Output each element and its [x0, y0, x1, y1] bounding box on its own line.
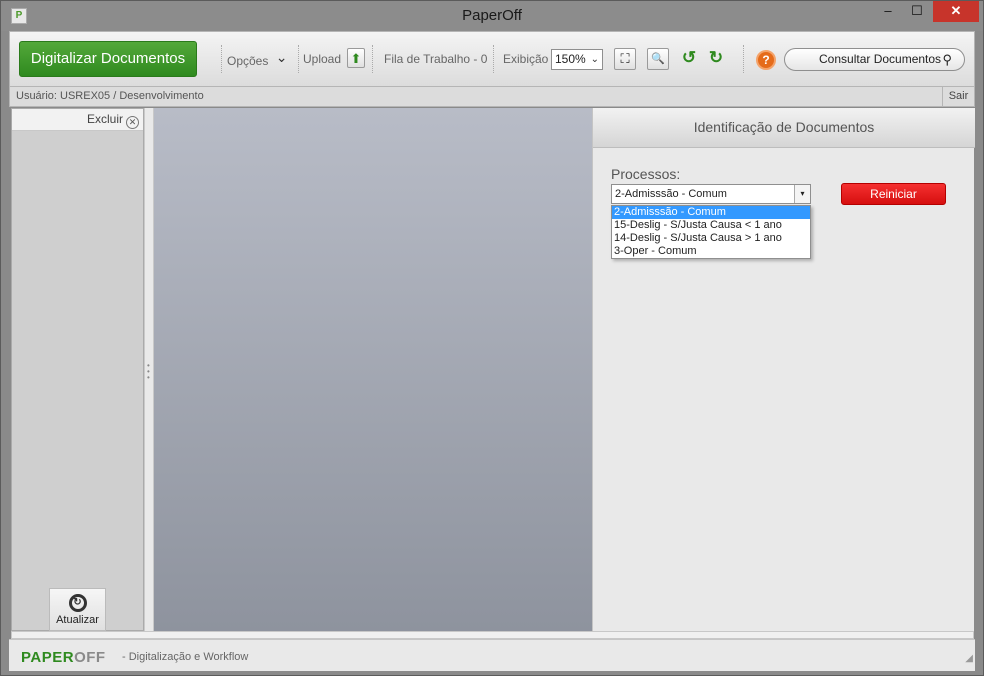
footer-tagline: - Digitalização e Workflow	[122, 651, 249, 663]
dropdown-arrow-icon[interactable]: ▾	[794, 185, 810, 203]
consult-documents-label: Consultar Documentos	[819, 52, 942, 66]
minimize-button[interactable]: ‒	[874, 1, 902, 22]
upload-icon[interactable]: ⬆	[347, 48, 365, 68]
process-option[interactable]: 3-Oper - Comum	[612, 245, 810, 258]
user-info: Usuário: USREX05 / Desenvolvimento	[16, 90, 204, 102]
rotate-right-icon[interactable]: ↻	[705, 48, 727, 70]
panel-splitter[interactable]: • • •	[144, 108, 154, 631]
chevron-down-icon: ⌄	[275, 49, 288, 65]
refresh-icon: ↻	[68, 594, 87, 612]
identification-panel: Identificação de Documentos Processos: 2…	[592, 108, 975, 631]
process-option[interactable]: 2-Admisssão - Comum	[612, 206, 810, 219]
main-toolbar: Digitalizar Documentos Opções ⌄ Upload ⬆…	[9, 31, 975, 87]
process-label: Processos:	[611, 166, 681, 182]
fit-page-icon[interactable]: ⛶	[614, 48, 636, 70]
options-menu[interactable]: Opções ⌄	[227, 49, 288, 69]
upload-label: Upload	[303, 52, 342, 66]
identification-header: Identificação de Documentos	[593, 108, 975, 148]
zoom-search-icon[interactable]: 🔍	[647, 48, 669, 70]
toolbar-divider	[743, 45, 744, 73]
delete-label: Excluir	[86, 112, 123, 126]
close-button[interactable]: ✕	[933, 1, 979, 22]
horizontal-scrollbar[interactable]	[11, 631, 974, 639]
thumbnail-panel: Excluir ✕ ↻ Atualizar	[11, 108, 144, 631]
scan-documents-button[interactable]: Digitalizar Documentos	[19, 41, 197, 77]
process-selected-value: 2-Admisssão - Comum	[615, 188, 727, 200]
toolbar-divider	[493, 45, 494, 73]
thumbnail-panel-header: Excluir ✕	[12, 109, 143, 131]
consult-documents-button[interactable]: Consultar Documentos ⚲	[784, 48, 965, 71]
options-label: Opções	[227, 54, 269, 68]
splitter-grip-icon: • • •	[147, 361, 150, 382]
document-viewer	[154, 108, 592, 631]
refresh-button[interactable]: ↻ Atualizar	[49, 588, 106, 631]
close-circle-icon: ✕	[126, 116, 139, 129]
process-select[interactable]: 2-Admisssão - Comum ▾	[611, 184, 811, 204]
zoom-label: Exibição	[503, 52, 549, 66]
restart-button[interactable]: Reiniciar	[841, 183, 946, 205]
toolbar-divider	[221, 45, 222, 73]
process-dropdown-list: 2-Admisssão - Comum 15-Deslig - S/Justa …	[611, 205, 811, 259]
resize-grip-icon[interactable]: ◢	[965, 653, 973, 664]
app-window: P PaperOff ‒ ☐ ✕ Digitalizar Documentos …	[0, 0, 984, 676]
refresh-label: Atualizar	[56, 614, 99, 626]
user-status-bar: Usuário: USREX05 / Desenvolvimento Sair	[9, 87, 975, 107]
delete-button[interactable]: Excluir ✕	[87, 112, 139, 129]
title-bar: P PaperOff ‒ ☐ ✕	[1, 1, 983, 31]
rotate-left-icon[interactable]: ↺	[678, 48, 700, 70]
zoom-value: 150%	[555, 52, 586, 66]
work-queue-label[interactable]: Fila de Trabalho - 0	[384, 52, 487, 66]
toolbar-divider	[298, 45, 299, 73]
logo-paper-text: PAPER	[21, 649, 75, 666]
logo-off-text: OFF	[74, 649, 106, 666]
maximize-button[interactable]: ☐	[903, 1, 931, 22]
help-icon[interactable]: ?	[756, 50, 776, 70]
zoom-select[interactable]: 150% ⌄	[551, 49, 603, 70]
footer-bar: PAPEROFF - Digitalização e Workflow ◢	[9, 639, 975, 671]
process-option[interactable]: 15-Deslig - S/Justa Causa < 1 ano	[612, 219, 810, 232]
paperoff-logo: PAPEROFF	[21, 649, 106, 666]
chevron-down-icon: ⌄	[590, 54, 599, 65]
window-title: PaperOff	[462, 7, 522, 24]
toolbar-divider	[372, 45, 373, 73]
magnifier-icon: ⚲	[942, 52, 952, 67]
logout-button[interactable]: Sair	[942, 87, 974, 106]
process-option[interactable]: 14-Deslig - S/Justa Causa > 1 ano	[612, 232, 810, 245]
